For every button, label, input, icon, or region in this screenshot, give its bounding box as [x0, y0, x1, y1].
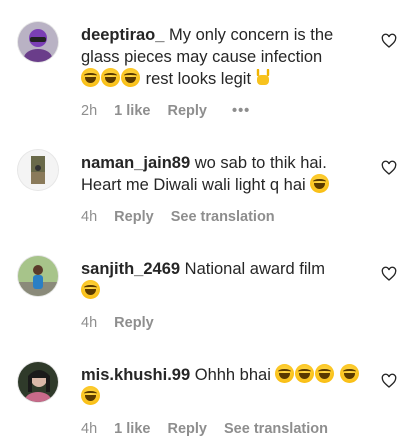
- comment-meta: 4h Reply See translation: [81, 209, 288, 225]
- heart-outline-icon[interactable]: [381, 33, 397, 49]
- face-with-tears-of-joy-icon: [81, 68, 100, 87]
- heart-outline-icon[interactable]: [381, 160, 397, 176]
- comment-meta: 4h 1 like Reply See translation: [81, 421, 341, 437]
- comment-body: deeptirao_ My only concern is the glass …: [81, 24, 371, 90]
- avatar[interactable]: [18, 150, 58, 190]
- more-options-button[interactable]: •••: [232, 103, 250, 119]
- comment-text-continued: rest looks legit: [145, 70, 252, 88]
- reply-button[interactable]: Reply: [167, 103, 207, 119]
- see-translation-button[interactable]: See translation: [171, 209, 275, 225]
- reply-button[interactable]: Reply: [114, 315, 154, 331]
- face-with-tears-of-joy-icon: [315, 364, 335, 383]
- comment-time[interactable]: 4h: [81, 209, 97, 225]
- avatar[interactable]: [18, 256, 58, 296]
- comment-body: sanjith_2469 National award film: [81, 258, 371, 302]
- comment-time[interactable]: 2h: [81, 103, 97, 119]
- avatar[interactable]: [18, 362, 58, 402]
- heart-outline-icon[interactable]: [381, 373, 397, 389]
- sign-of-horns-icon: [256, 69, 269, 85]
- comment-time[interactable]: 4h: [81, 421, 97, 437]
- face-with-tears-of-joy-icon: [121, 68, 140, 87]
- comment-time[interactable]: 4h: [81, 315, 97, 331]
- reply-button[interactable]: Reply: [114, 209, 154, 225]
- face-with-tears-of-joy-icon: [340, 364, 360, 383]
- comment-username[interactable]: sanjith_2469: [81, 260, 180, 278]
- comment-body: naman_jain89 wo sab to thik hai. Heart m…: [81, 152, 371, 196]
- comment-username[interactable]: naman_jain89: [81, 154, 190, 172]
- comment-username[interactable]: mis.khushi.99: [81, 366, 190, 384]
- see-translation-button[interactable]: See translation: [224, 421, 328, 437]
- face-with-tears-of-joy-icon: [295, 364, 315, 383]
- comment-username[interactable]: deeptirao_: [81, 26, 164, 44]
- face-with-tears-of-joy-icon: [310, 174, 330, 193]
- avatar[interactable]: [18, 22, 58, 62]
- likes-count[interactable]: 1 like: [114, 103, 150, 119]
- comment-meta: 4h Reply: [81, 315, 167, 331]
- face-with-tears-of-joy-icon: [275, 364, 295, 383]
- heart-outline-icon[interactable]: [381, 266, 397, 282]
- comment-meta: 2h 1 like Reply •••: [81, 103, 263, 119]
- face-with-tears-of-joy-icon: [101, 68, 120, 87]
- reply-button[interactable]: Reply: [167, 421, 207, 437]
- face-with-tears-of-joy-icon: [81, 386, 100, 405]
- comment-text: Ohhh bhai: [194, 366, 271, 384]
- comment-body: mis.khushi.99 Ohhh bhai: [81, 364, 371, 408]
- comment-text: National award film: [184, 260, 325, 278]
- face-with-tears-of-joy-icon: [81, 280, 100, 299]
- likes-count[interactable]: 1 like: [114, 421, 150, 437]
